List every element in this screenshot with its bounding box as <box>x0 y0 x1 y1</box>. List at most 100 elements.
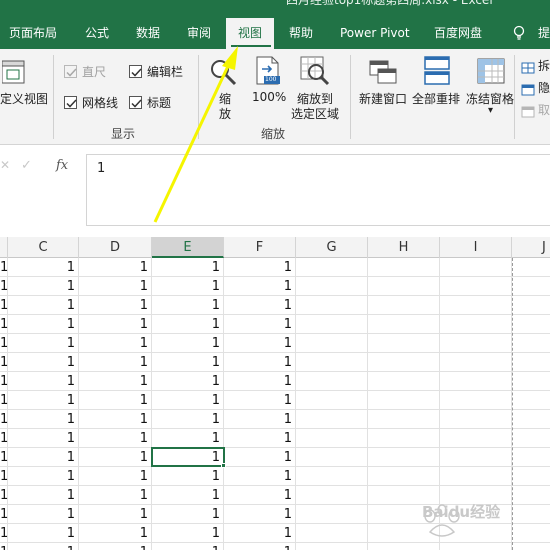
insert-function-icon[interactable]: fx <box>56 158 68 173</box>
grid-cell[interactable]: 1 <box>224 410 296 429</box>
grid-cell[interactable] <box>296 353 368 372</box>
grid-cell[interactable]: 1 <box>0 467 8 486</box>
column-header-f[interactable]: F <box>224 237 296 258</box>
freeze-panes-dropdown-caret[interactable]: ▾ <box>488 105 493 116</box>
grid-cell[interactable] <box>368 296 440 315</box>
grid-cell[interactable] <box>296 258 368 277</box>
grid-cell[interactable] <box>368 277 440 296</box>
grid-cell[interactable]: 1 <box>224 486 296 505</box>
grid-cell[interactable] <box>368 334 440 353</box>
grid-cell[interactable]: 1 <box>224 353 296 372</box>
grid-cell[interactable]: 1 <box>152 467 224 486</box>
tab-formulas[interactable]: 公式 <box>85 18 109 49</box>
active-cell-outline[interactable] <box>151 447 225 467</box>
zoom-label-line2[interactable]: 放 <box>219 105 231 122</box>
grid-cell[interactable]: 1 <box>152 258 224 277</box>
grid-cell[interactable]: 1 <box>152 391 224 410</box>
grid-cell[interactable]: 1 <box>224 334 296 353</box>
grid-cell[interactable]: 1 <box>224 543 296 550</box>
grid-cell[interactable] <box>296 524 368 543</box>
grid-cell[interactable] <box>368 410 440 429</box>
new-window-label[interactable]: 新建窗口 <box>359 90 407 107</box>
grid-cell[interactable]: 1 <box>152 315 224 334</box>
grid-cell[interactable] <box>296 296 368 315</box>
grid-cell[interactable] <box>296 410 368 429</box>
custom-views-label[interactable]: 定义视图 <box>0 90 48 107</box>
grid-cell[interactable]: 1 <box>8 258 79 277</box>
grid-cell[interactable]: 1 <box>79 391 152 410</box>
grid-cell[interactable]: 1 <box>152 410 224 429</box>
grid-cell[interactable] <box>296 429 368 448</box>
grid-cell[interactable]: 1 <box>224 296 296 315</box>
grid-cell[interactable]: 1 <box>0 277 8 296</box>
hide-window-icon[interactable] <box>521 81 535 96</box>
arrange-all-icon[interactable] <box>423 55 451 87</box>
grid-cell[interactable]: 1 <box>79 448 152 467</box>
split-label[interactable]: 拆 <box>538 57 550 74</box>
grid-cell[interactable]: 1 <box>0 334 8 353</box>
grid-cell[interactable]: 1 <box>79 296 152 315</box>
grid-cell[interactable]: 1 <box>79 258 152 277</box>
grid-cell[interactable] <box>512 467 550 486</box>
grid-cell[interactable]: 1 <box>224 467 296 486</box>
hide-window-label[interactable]: 隐 <box>538 79 550 96</box>
fill-handle[interactable] <box>221 463 226 468</box>
grid-cell[interactable]: 1 <box>0 429 8 448</box>
zoom-magnifier-icon[interactable] <box>208 57 240 89</box>
grid-cell[interactable] <box>512 410 550 429</box>
freeze-panes-icon[interactable] <box>476 57 506 87</box>
grid-cell[interactable] <box>296 505 368 524</box>
grid-cell[interactable]: 1 <box>224 315 296 334</box>
grid-cell[interactable]: 1 <box>224 429 296 448</box>
grid-cell[interactable] <box>512 429 550 448</box>
column-header-b-partial[interactable] <box>0 237 8 258</box>
grid-cell[interactable]: 1 <box>152 543 224 550</box>
grid-cell[interactable]: 1 <box>224 448 296 467</box>
column-header-g[interactable]: G <box>296 237 368 258</box>
grid-cell[interactable]: 1 <box>8 334 79 353</box>
grid-cell[interactable]: 1 <box>0 296 8 315</box>
grid-cell[interactable] <box>440 353 512 372</box>
new-window-icon[interactable] <box>368 57 398 87</box>
grid-cell[interactable] <box>512 315 550 334</box>
grid-cell[interactable]: 1 <box>152 429 224 448</box>
tab-help[interactable]: 帮助 <box>289 18 313 49</box>
grid-cell[interactable] <box>440 315 512 334</box>
grid-cell[interactable]: 1 <box>8 448 79 467</box>
grid-cell[interactable]: 1 <box>8 467 79 486</box>
grid-cell[interactable] <box>512 391 550 410</box>
column-header-e[interactable]: E <box>152 237 224 258</box>
grid-cell[interactable]: 1 <box>79 410 152 429</box>
zoom-100-icon[interactable]: 100 <box>254 55 282 87</box>
grid-cell[interactable]: 1 <box>0 486 8 505</box>
grid-cell[interactable] <box>368 467 440 486</box>
column-header-c[interactable]: C <box>8 237 79 258</box>
grid-cell[interactable] <box>368 372 440 391</box>
zoom-to-selection-label-line2[interactable]: 选定区域 <box>291 105 339 122</box>
grid-cell[interactable] <box>440 429 512 448</box>
grid-cell[interactable] <box>296 486 368 505</box>
grid-cell[interactable]: 1 <box>224 277 296 296</box>
column-header-h[interactable]: H <box>368 237 440 258</box>
grid-cell[interactable]: 1 <box>152 524 224 543</box>
grid-cell[interactable] <box>512 448 550 467</box>
grid-cell[interactable]: 1 <box>0 353 8 372</box>
grid-cell[interactable] <box>512 258 550 277</box>
grid-cell[interactable] <box>296 315 368 334</box>
grid-cell[interactable]: 1 <box>8 429 79 448</box>
grid-cell[interactable] <box>512 334 550 353</box>
grid-cell[interactable] <box>512 372 550 391</box>
grid-cell[interactable] <box>440 277 512 296</box>
grid-cell[interactable]: 1 <box>79 334 152 353</box>
grid-cell[interactable]: 1 <box>79 524 152 543</box>
grid-cell[interactable] <box>368 353 440 372</box>
grid-cell[interactable] <box>296 391 368 410</box>
zoom-100-label[interactable]: 100% <box>252 90 286 104</box>
grid-cell[interactable]: 1 <box>79 505 152 524</box>
grid-cell[interactable] <box>368 429 440 448</box>
grid-cell[interactable]: 1 <box>152 505 224 524</box>
grid-cell[interactable]: 1 <box>8 486 79 505</box>
grid-cell[interactable] <box>368 391 440 410</box>
grid-cell[interactable] <box>368 258 440 277</box>
grid-cell[interactable]: 1 <box>152 353 224 372</box>
